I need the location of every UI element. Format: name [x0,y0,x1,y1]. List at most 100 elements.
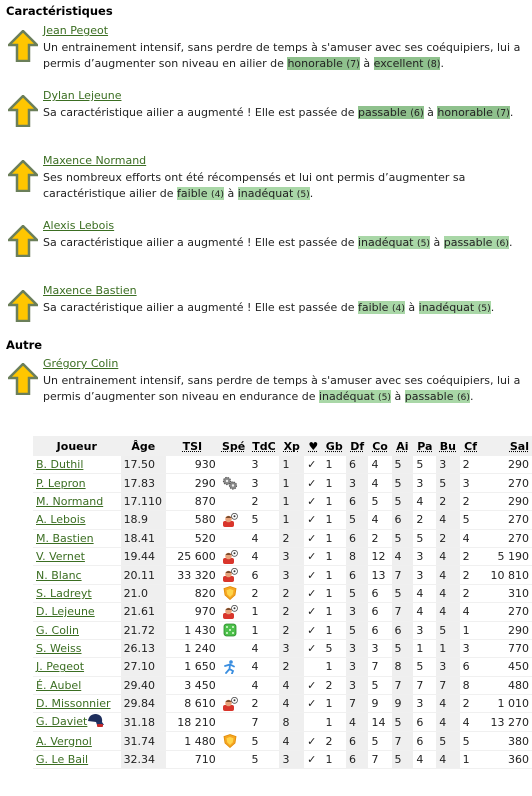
column-header[interactable]: Ai [391,436,414,456]
player-link[interactable]: P. Lepron [36,477,86,490]
cell-tsi: 33 320 [165,565,219,585]
player-link[interactable]: B. Duthil [36,458,83,471]
cell-spe [218,731,249,751]
column-header[interactable]: TSI [165,436,219,456]
cell-name[interactable]: A. Lebois [33,510,121,530]
column-header[interactable]: Xp [279,436,305,456]
column-header[interactable]: Df [346,436,369,456]
cell-bu: 4 [436,750,460,770]
level-from-badge: inadéquat (5) [318,390,391,403]
player-link[interactable]: É. Aubel [36,679,81,692]
player-link[interactable]: Grégory Colin [43,357,118,370]
column-header[interactable]: Co [368,436,392,456]
cell-name[interactable]: A. Vergnol [33,731,121,751]
up-arrow-icon [5,362,41,396]
cell-pa: 4 [413,584,437,604]
player-link[interactable]: D. Missonnier [36,697,111,710]
table-row: P. Lepron 17.83 290 3 1 ✓ 1 3 4 5 3 5 3 270 [33,473,532,493]
value-pa: 2 [416,513,424,527]
check-icon: ✓ [307,476,317,490]
player-link[interactable]: N. Blanc [36,569,82,582]
cell-name[interactable]: S. Weiss [33,639,121,659]
player-link[interactable]: Dylan Lejeune [43,89,121,102]
description-text: Sa caractéristique ailier a augmenté ! E… [43,301,358,314]
value-co: 7 [371,660,379,674]
value-ai: 6 [394,513,402,527]
player-link[interactable]: G. Daviet [36,715,87,728]
cell-name[interactable]: D. Lejeune [33,602,121,622]
cell-cf: 5 [459,731,482,751]
player-link[interactable]: Jean Pegeot [43,24,108,37]
column-header-label: Bu [439,439,457,453]
cell-co: 4 [368,510,392,530]
player-link[interactable]: S. Ladreyt [36,587,92,600]
value-cf: 2 [462,586,470,600]
value-tsi: 1 650 [184,660,216,674]
cell-name[interactable]: G. Daviet [33,712,121,733]
cell-name[interactable]: J. Pegeot [33,657,121,677]
cell-name[interactable]: S. Ladreyt [33,584,121,604]
cell-name[interactable]: N. Blanc [33,565,121,585]
column-header[interactable]: Cf [459,436,482,456]
value-co: 6 [371,586,379,600]
check-icon: ✓ [307,678,317,692]
cell-name[interactable]: V. Vernet [33,547,121,567]
column-header[interactable]: Joueur [33,436,121,456]
player-link[interactable]: G. Le Bail [36,753,88,766]
cell-cf: 1 [459,750,482,770]
cell-bu: 4 [436,712,460,733]
player-link[interactable]: Maxence Bastien [43,284,137,297]
value-ai: 6 [394,623,402,637]
cell-name[interactable]: G. Colin [33,621,121,640]
column-header[interactable]: Spé [218,436,249,456]
cell-ai: 5 [391,639,414,659]
cell-name[interactable]: G. Le Bail [33,750,121,770]
cell-name[interactable]: D. Missonnier [33,694,121,714]
cell-co: 12 [368,547,392,567]
cell-xp: 1 [279,492,305,512]
value-co: 2 [371,531,379,545]
player-link[interactable]: J. Pegeot [36,660,84,673]
cell-spe [218,621,249,640]
player-link[interactable]: A. Lebois [36,513,86,526]
column-header[interactable]: Bu [436,436,460,456]
cell-pa: 7 [413,676,437,696]
player-link[interactable]: M. Bastien [36,532,94,545]
value-bu: 5 [439,734,447,748]
column-header[interactable]: Gb [322,436,347,456]
value-pa: 3 [416,550,424,564]
cell-tdc: 1 [248,602,280,622]
value-df: 3 [349,476,357,490]
player-link[interactable]: Maxence Normand [43,154,146,167]
cell-name[interactable]: B. Duthil [33,456,121,475]
player-link[interactable]: Alexis Lebois [43,219,114,232]
player-link[interactable]: S. Weiss [36,642,82,655]
value-xp: 2 [282,660,290,674]
powerful-specialty-icon [222,586,238,601]
player-link[interactable]: G. Colin [36,624,79,637]
column-header[interactable]: TdC [248,436,280,456]
cell-name[interactable]: P. Lepron [33,473,121,493]
column-header[interactable]: Pa [413,436,437,456]
player-link[interactable]: M. Normand [36,495,103,508]
cell-bu: 4 [436,547,460,567]
cell-co: 5 [368,676,392,696]
column-header[interactable]: Sal [481,436,532,456]
value-df: 6 [349,568,357,582]
column-header[interactable]: ♥ [304,436,323,456]
player-link[interactable]: V. Vernet [36,550,85,563]
table-body: B. Duthil 17.50 930 3 1 ✓ 1 6 4 5 5 3 2 290 P. Lepron 1… [33,456,532,770]
value-tsi: 18 210 [177,715,216,729]
value-tsi: 33 320 [177,568,216,582]
cell-gb: 2 [322,731,347,751]
cell-heart: ✓ [304,731,323,751]
cell-tdc: 4 [248,529,280,548]
cell-name[interactable]: É. Aubel [33,676,121,696]
cell-name[interactable]: M. Normand [33,492,121,512]
column-header[interactable]: Âge [120,436,166,456]
level-label: faible [177,187,208,200]
player-link[interactable]: A. Vergnol [36,735,92,748]
cell-name[interactable]: M. Bastien [33,529,121,548]
value-pa: 7 [416,678,424,692]
player-link[interactable]: D. Lejeune [36,605,95,618]
